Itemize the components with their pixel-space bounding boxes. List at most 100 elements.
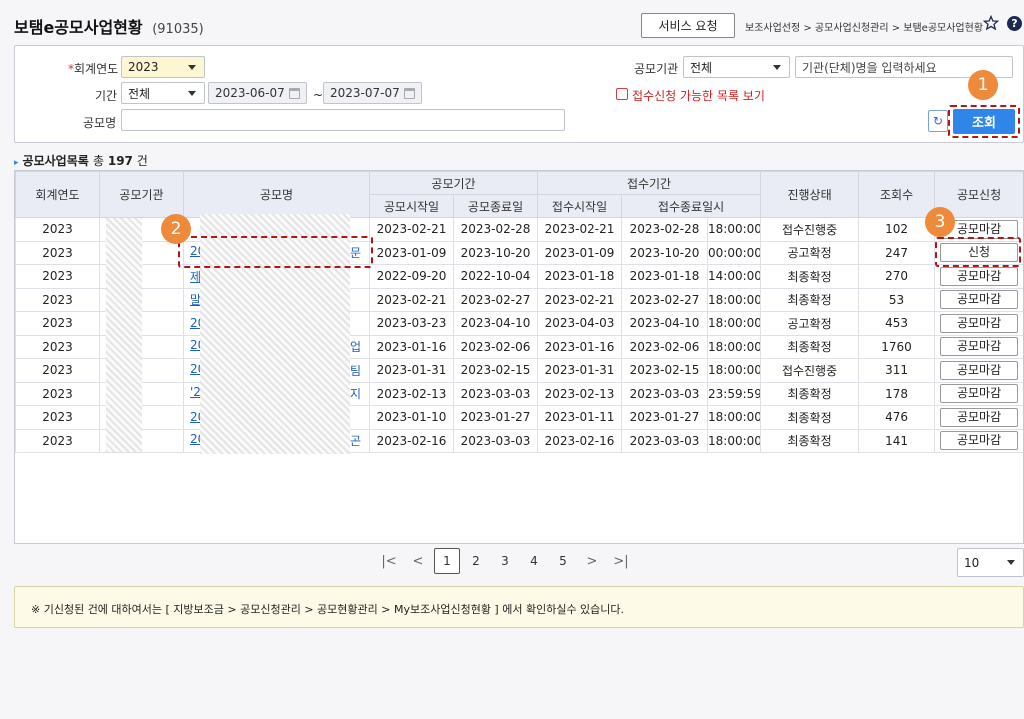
chevron-down-icon	[1007, 560, 1015, 565]
cell-period-start: 2023-02-13	[369, 381, 454, 406]
cell-views: 53	[858, 287, 936, 312]
project-name-tail[interactable]: 팀	[350, 362, 361, 379]
cell-views: 453	[858, 311, 936, 336]
project-name-tail[interactable]: 지	[350, 385, 361, 402]
next-page-button[interactable]: >	[579, 548, 605, 574]
cell-period-start: 2023-03-23	[369, 311, 454, 336]
cell-status: 최종확정	[760, 334, 860, 359]
page-5-button[interactable]: 5	[550, 548, 576, 574]
prev-page-button[interactable]: <	[405, 548, 431, 574]
col-name[interactable]: 공모명	[183, 171, 370, 218]
highlight-apply-button	[935, 237, 1021, 267]
help-icon[interactable]: ?	[1007, 16, 1022, 31]
highlight-project-name	[178, 236, 373, 268]
table-row[interactable]: 2023 20 업 2023-01-16 2023-02-06 2023-01-16 202…	[15, 334, 1023, 359]
page-code: (91035)	[152, 22, 204, 37]
table-row[interactable]: 2023'2 지 2023-02-13 2023-03-03 2023-02-13 202…	[15, 381, 1023, 406]
name-input[interactable]	[121, 109, 565, 131]
org-type-select[interactable]: 전체	[683, 56, 790, 78]
table-row[interactable]: 2023 20 2023-03-23 2023-04-10 2023-04-03 2023…	[15, 311, 1023, 336]
col-views[interactable]: 조회수	[858, 171, 936, 218]
cell-period-end: 2023-02-15	[452, 358, 539, 383]
cell-recv-end-time: 18:00:00	[707, 428, 762, 453]
apply-button[interactable]: 공모마감	[940, 266, 1019, 286]
page-2-button[interactable]: 2	[463, 548, 489, 574]
col-recv-end[interactable]: 접수종료일시	[621, 194, 762, 218]
apply-button[interactable]: 공모마감	[940, 431, 1019, 451]
chevron-down-icon	[773, 65, 781, 70]
cell-recv-end-time: 00:00:00	[707, 240, 762, 265]
page-header: 보탬e공모사업현황 (91035) 서비스 요청 보조사업선정 > 공모사업신청…	[0, 0, 1024, 44]
col-org[interactable]: 공모기관	[99, 171, 184, 218]
cell-recv-start: 2023-02-21	[537, 287, 623, 312]
apply-button[interactable]: 공모마감	[940, 384, 1019, 404]
cell-year: 2023	[15, 264, 100, 289]
cell-recv-end-time: 18:00:00	[707, 334, 762, 359]
page-1-button[interactable]: 1	[434, 548, 460, 574]
cell-recv-end-date: 2023-03-03	[621, 428, 709, 453]
cell-apply: 공모마감	[934, 311, 1023, 336]
apply-button[interactable]: 공모마감	[940, 337, 1019, 357]
cell-status: 공고확정	[760, 311, 860, 336]
page-3-button[interactable]: 3	[492, 548, 518, 574]
fiscal-year-value: 2023	[128, 60, 159, 74]
table-row[interactable]: 2023 20 2023-01-10 2023-01-27 2023-01-11 2023…	[15, 405, 1023, 430]
cell-apply: 공모마감	[934, 287, 1023, 312]
cell-period-end: 2023-03-03	[452, 428, 539, 453]
col-period-end[interactable]: 공모종료일	[452, 194, 539, 218]
available-only-checkbox[interactable]	[616, 88, 628, 100]
page-title-text: 보탬e공모사업현황	[14, 18, 143, 37]
fiscal-year-select[interactable]: 2023	[121, 56, 205, 78]
date-to-input[interactable]: 2023-07-07	[323, 82, 422, 104]
calendar-icon[interactable]	[289, 88, 300, 99]
cell-status: 최종확정	[760, 287, 860, 312]
favorite-star-icon[interactable]	[983, 15, 999, 31]
cell-recv-end-time: 18:00:00	[707, 217, 762, 242]
table-row[interactable]: 2023 20 곤 2023-02-16 2023-03-03 2023-02-16 202…	[15, 428, 1023, 453]
cell-recv-start: 2023-02-21	[537, 217, 623, 242]
table-row[interactable]: 2023 말 2023-02-21 2023-02-27 2023-02-21 2023-…	[15, 287, 1023, 312]
col-period-start[interactable]: 공모시작일	[369, 194, 454, 218]
total-value: 197	[107, 154, 133, 168]
apply-button[interactable]: 공모마감	[940, 407, 1019, 427]
service-request-button[interactable]: 서비스 요청	[641, 13, 735, 38]
period-label: 기간	[95, 89, 118, 103]
cell-year: 2023	[15, 405, 100, 430]
cell-status: 최종확정	[760, 428, 860, 453]
breadcrumb: 보조사업선정 > 공모사업신청관리 > 보탬e공모사업현황	[745, 23, 984, 34]
col-status[interactable]: 진행상태	[760, 171, 860, 218]
period-type-select[interactable]: 전체	[121, 82, 205, 104]
cell-recv-end-date: 2023-03-03	[621, 381, 709, 406]
available-only-label[interactable]: 접수신청 가능한 목록 보기	[632, 87, 765, 104]
first-page-button[interactable]: |<	[376, 548, 402, 574]
last-page-button[interactable]: >|	[608, 548, 634, 574]
cell-recv-end-date: 2023-02-06	[621, 334, 709, 359]
pagination: |< < 1 2 3 4 5 > >|	[376, 548, 637, 574]
cell-recv-end-date: 2023-02-28	[621, 217, 709, 242]
apply-button[interactable]: 공모마감	[940, 290, 1019, 310]
col-recv-group: 접수기간	[537, 171, 762, 195]
cell-views: 476	[858, 405, 936, 430]
step-marker-2: 2	[161, 214, 191, 244]
page-4-button[interactable]: 4	[521, 548, 547, 574]
page-size-select[interactable]: 10	[957, 548, 1024, 577]
date-from-input[interactable]: 2023-06-07	[208, 82, 307, 104]
project-name-tail[interactable]: 곤	[350, 432, 361, 449]
reset-icon[interactable]: ↻	[928, 110, 948, 132]
cell-period-end: 2023-10-20	[452, 240, 539, 265]
col-year[interactable]: 회계연도	[15, 171, 100, 218]
apply-button[interactable]: 공모마감	[940, 360, 1019, 380]
project-name-tail[interactable]: 업	[350, 338, 361, 355]
cell-recv-end-time: 18:00:00	[707, 311, 762, 336]
table-row[interactable]: 2023도20팀2023-01-312023-02-152023-01-3120…	[15, 358, 1023, 383]
cell-recv-end-time: 18:00:00	[707, 405, 762, 430]
apply-button[interactable]: 공모마감	[940, 313, 1019, 333]
calendar-icon[interactable]	[404, 88, 415, 99]
cell-views: 1760	[858, 334, 936, 359]
table-row[interactable]: 2023도20문2023-01-092023-10-202023-01-0920…	[15, 240, 1023, 265]
table-row[interactable]: 2023 제 2022-09-20 2022-10-04 2023-01-18 2023-…	[15, 264, 1023, 289]
col-recv-start[interactable]: 접수시작일	[537, 194, 623, 218]
cell-period-end: 2023-01-27	[452, 405, 539, 430]
cell-year: 2023	[15, 287, 100, 312]
cell-period-start: 2023-01-31	[369, 358, 454, 383]
